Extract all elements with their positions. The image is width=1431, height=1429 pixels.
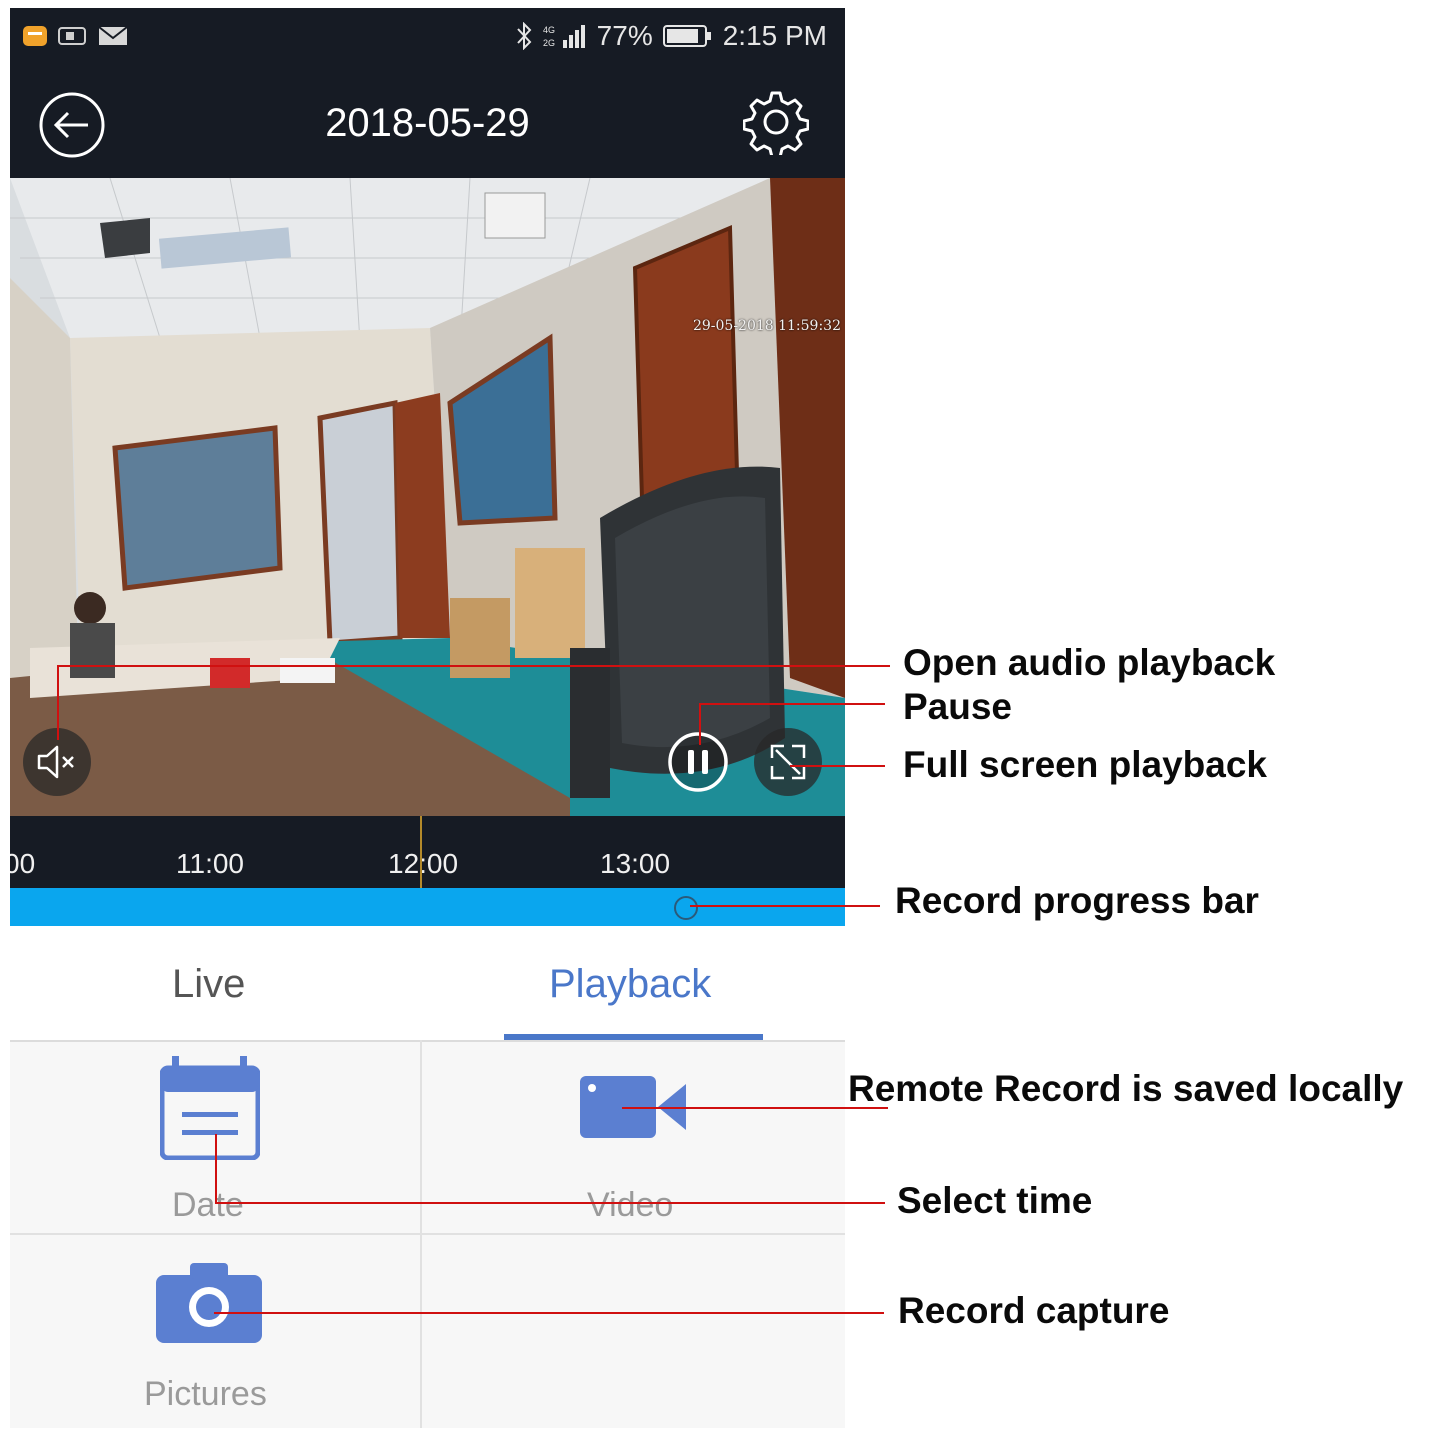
annotation-remote: Remote Record is saved locally xyxy=(848,1068,1404,1109)
annotation-lines xyxy=(57,665,890,1314)
pause-leader-line xyxy=(699,703,885,745)
annotation-audio: Open audio playback xyxy=(903,642,1276,683)
annotation-select-time: Select time xyxy=(897,1180,1093,1221)
annotation-progress: Record progress bar xyxy=(895,880,1259,921)
annotation-pause: Pause xyxy=(903,686,1013,727)
annotation-fullscreen: Full screen playback xyxy=(903,744,1268,785)
select-time-leader-line xyxy=(215,1134,885,1204)
annotation-capture: Record capture xyxy=(898,1290,1170,1331)
